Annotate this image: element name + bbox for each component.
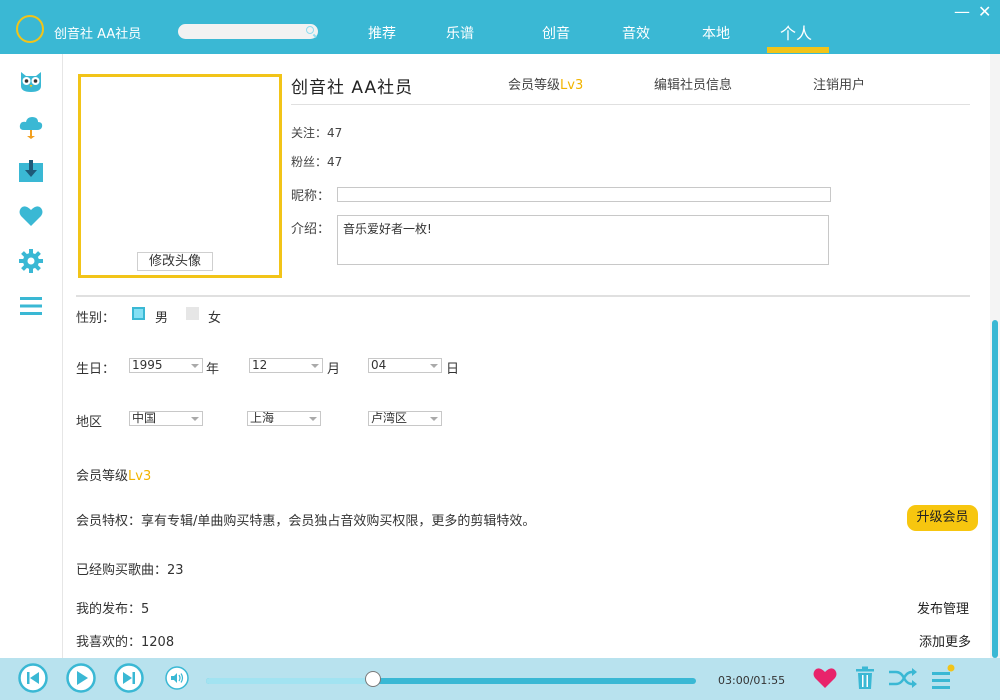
- year-value: 1995: [132, 358, 163, 372]
- avatar: 修改头像: [78, 74, 282, 278]
- scrollbar-thumb[interactable]: [992, 320, 998, 658]
- active-tab-indicator: [767, 47, 829, 53]
- section-divider: [76, 295, 970, 297]
- intro-label: 介绍：: [291, 222, 331, 237]
- change-avatar-button[interactable]: 修改头像: [137, 252, 213, 271]
- gender-label: 性别：: [76, 311, 116, 326]
- heart-icon[interactable]: [812, 666, 838, 690]
- fans-count: 粉丝：47: [291, 155, 343, 169]
- volume-icon[interactable]: [165, 666, 189, 690]
- app-logo: [16, 15, 44, 43]
- nickname-field[interactable]: [337, 187, 831, 202]
- membership-level: 会员等级Lv3: [76, 465, 151, 484]
- cloud-icon[interactable]: [18, 113, 44, 139]
- publish-manage-link[interactable]: 发布管理: [917, 598, 969, 617]
- tab-sound-effects[interactable]: 音效: [622, 23, 650, 43]
- member-level-header: 会员等级Lv3: [508, 74, 583, 93]
- district-value: 卢湾区: [371, 411, 408, 425]
- add-more-link[interactable]: 添加更多: [919, 631, 971, 650]
- close-button[interactable]: ✕: [978, 2, 991, 21]
- upgrade-member-button[interactable]: 升级会员: [907, 505, 978, 531]
- purchased-songs: 已经购买歌曲：23: [76, 563, 184, 578]
- tab-personal[interactable]: 个人: [780, 20, 812, 44]
- playlist-icon[interactable]: [930, 664, 956, 692]
- membership-level-value: Lv3: [128, 469, 152, 484]
- year-select[interactable]: 1995: [129, 358, 203, 373]
- next-icon[interactable]: [114, 663, 144, 693]
- day-unit: 日: [446, 362, 460, 377]
- play-icon[interactable]: [66, 663, 96, 693]
- district-select[interactable]: 卢湾区: [368, 411, 442, 426]
- gear-icon[interactable]: [18, 248, 44, 274]
- search-icon[interactable]: [306, 26, 314, 34]
- chevron-down-icon: [191, 364, 199, 368]
- gender-male-label: 男: [155, 311, 169, 326]
- trash-icon[interactable]: [855, 666, 875, 690]
- member-level-label: 会员等级: [508, 78, 561, 93]
- previous-icon[interactable]: [18, 663, 48, 693]
- progress-handle[interactable]: [365, 671, 381, 687]
- header-divider: [291, 104, 970, 105]
- year-unit: 年: [206, 362, 220, 377]
- logout-link[interactable]: 注销用户: [813, 74, 865, 93]
- progress-fill: [206, 678, 373, 684]
- month-unit: 月: [327, 362, 341, 377]
- member-level-value: Lv3: [560, 78, 584, 93]
- my-favorites: 我喜欢的：1208: [76, 635, 175, 650]
- city-value: 上海: [250, 411, 275, 425]
- top-bar: 创音社 AA社员 推荐 乐谱 创音 音效 本地 个人 — ✕: [0, 0, 1000, 54]
- birthday-label: 生日：: [76, 362, 116, 377]
- profile-panel: 修改头像 创音社 AA社员 会员等级Lv3 编辑社员信息 注销用户 关注：47 …: [63, 54, 990, 658]
- gender-male-checkbox[interactable]: [132, 307, 145, 320]
- day-value: 04: [371, 358, 387, 372]
- nickname-label: 昵称：: [291, 189, 331, 204]
- gender-female-label: 女: [208, 311, 222, 326]
- chevron-down-icon: [430, 364, 438, 368]
- membership-level-label: 会员等级: [76, 469, 129, 484]
- owl-icon[interactable]: [18, 68, 44, 94]
- city-select[interactable]: 上海: [247, 411, 321, 426]
- member-privileges: 会员特权：享有专辑/单曲购买特惠，会员独占音效购买权限，更多的剪辑特效。: [76, 514, 536, 529]
- download-icon[interactable]: [18, 158, 44, 184]
- chevron-down-icon: [309, 417, 317, 421]
- month-select[interactable]: 12: [249, 358, 323, 373]
- my-publications: 我的发布：5: [76, 602, 150, 617]
- intro-field[interactable]: 音乐爱好者一枚!: [337, 215, 829, 265]
- day-select[interactable]: 04: [368, 358, 442, 373]
- gender-female-checkbox[interactable]: [186, 307, 199, 320]
- search-input[interactable]: [178, 24, 318, 39]
- month-value: 12: [252, 358, 268, 372]
- edit-profile-link[interactable]: 编辑社员信息: [654, 74, 732, 93]
- page-title: 创音社 AA社员: [291, 78, 414, 98]
- region-label: 地区: [76, 415, 103, 430]
- country-value: 中国: [132, 411, 157, 425]
- tab-local[interactable]: 本地: [702, 23, 730, 43]
- chevron-down-icon: [191, 417, 199, 421]
- playback-time: 03:00/01:55: [718, 674, 786, 687]
- app-title: 创音社 AA社员: [54, 27, 142, 42]
- shuffle-icon[interactable]: [888, 667, 918, 689]
- sidebar: [0, 54, 63, 658]
- follow-count: 关注：47: [291, 126, 343, 140]
- chevron-down-icon: [311, 364, 319, 368]
- country-select[interactable]: 中国: [129, 411, 203, 426]
- tab-recommend[interactable]: 推荐: [368, 23, 396, 43]
- chevron-down-icon: [430, 417, 438, 421]
- menu-icon[interactable]: [18, 293, 44, 319]
- tab-create[interactable]: 创音: [542, 23, 570, 43]
- tab-sheet-music[interactable]: 乐谱: [446, 23, 474, 43]
- heart-icon[interactable]: [18, 203, 44, 229]
- minimize-button[interactable]: —: [954, 2, 970, 21]
